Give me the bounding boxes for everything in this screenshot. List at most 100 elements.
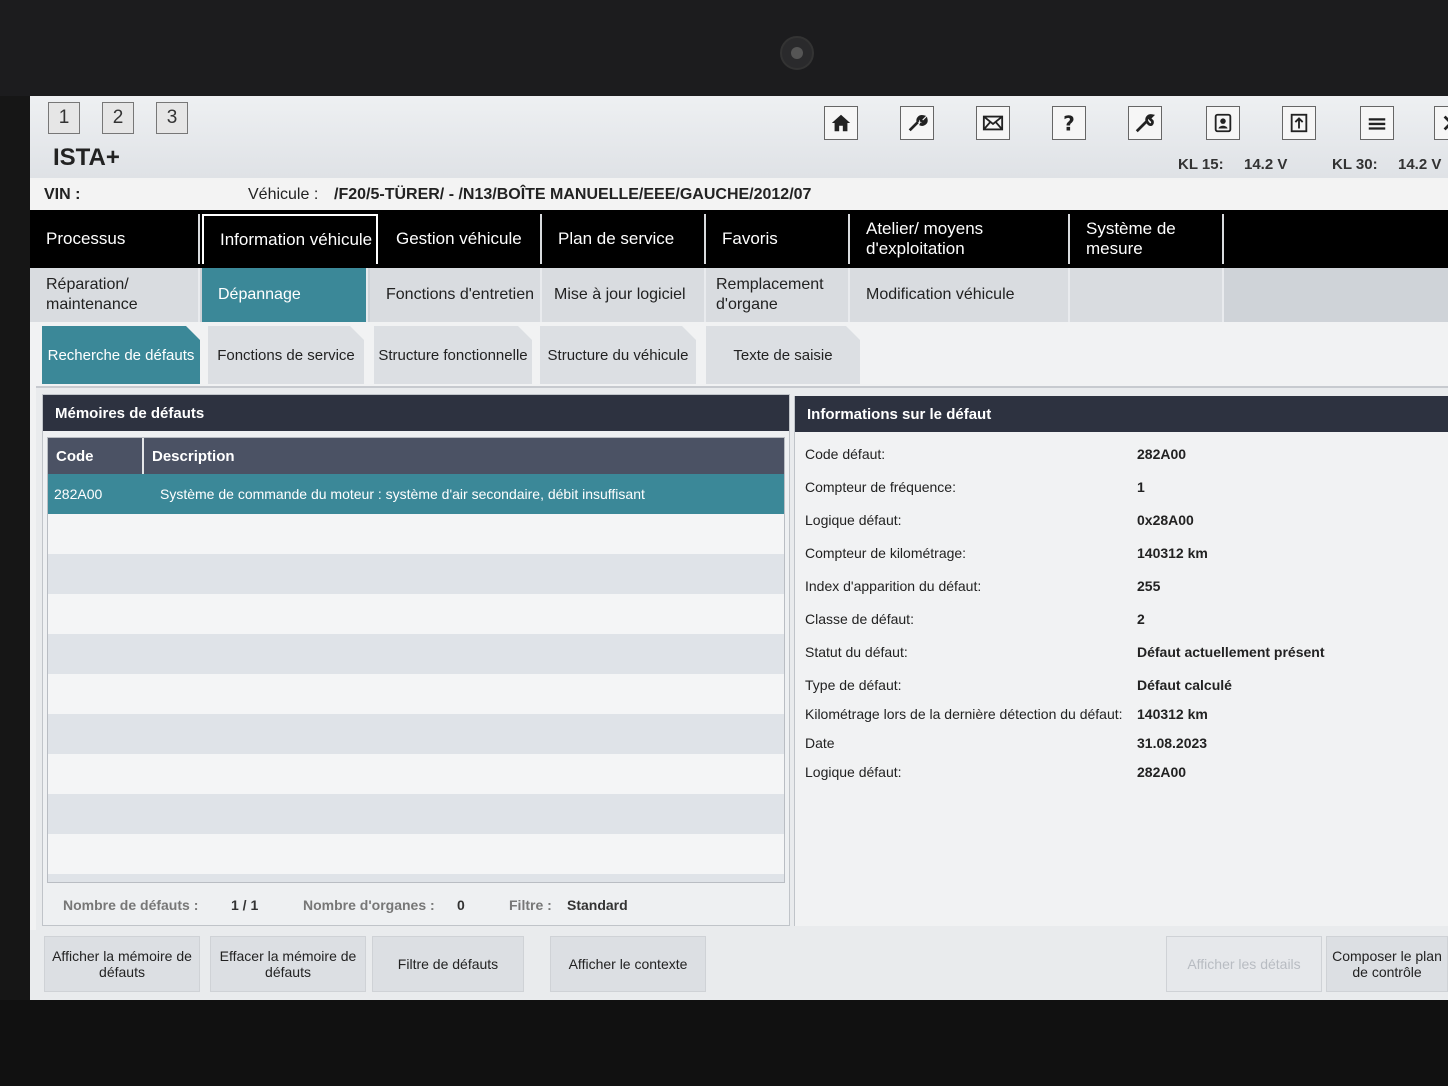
table-row-empty <box>48 634 784 674</box>
info-label: Compteur de fréquence: <box>805 479 956 495</box>
vehicle-label: Véhicule : <box>248 186 319 203</box>
column-description[interactable]: Description <box>152 448 235 465</box>
webcam <box>780 36 814 70</box>
tab-structure-fonctionnelle[interactable]: Structure fonctionnelle <box>374 326 532 384</box>
app-title: ISTA+ <box>53 144 120 171</box>
help-icon[interactable]: ? <box>1052 106 1086 140</box>
filter-value: Standard <box>567 897 628 913</box>
window-tab-3[interactable]: 3 <box>156 102 188 134</box>
kl30-label: KL 30: <box>1332 156 1378 173</box>
subnav-remplacement-organe[interactable]: Remplacement d'organe <box>706 268 850 322</box>
nav-gestion-vehicule[interactable]: Gestion véhicule <box>380 214 542 264</box>
nav-favoris[interactable]: Favoris <box>706 214 850 264</box>
filter-label: Filtre : <box>509 897 552 913</box>
table-row-empty <box>48 834 784 874</box>
info-value: Défaut calculé <box>1137 677 1232 693</box>
compose-plan-button[interactable]: Composer le plan de contrôle <box>1326 936 1448 992</box>
sub-navigation: Réparation/ maintenance Dépannage Foncti… <box>30 268 1448 322</box>
fault-info-title: Informations sur le défaut <box>795 396 1448 432</box>
subnav-mise-a-jour[interactable]: Mise à jour logiciel <box>542 268 706 322</box>
kl15-value: 14.2 V <box>1244 156 1288 173</box>
main-navigation: Processus Information véhicule Gestion v… <box>30 210 1448 268</box>
fault-count-value: 1 / 1 <box>231 897 259 913</box>
screen-bezel-bottom <box>0 1000 1448 1086</box>
fault-memory-title: Mémoires de défauts <box>43 395 789 431</box>
table-row-empty <box>48 674 784 714</box>
kl15-label: KL 15: <box>1178 156 1224 173</box>
table-row-empty <box>48 594 784 634</box>
menu-icon[interactable] <box>1360 106 1394 140</box>
fault-memory-panel: Mémoires de défauts Code Description 282… <box>42 394 790 926</box>
info-value: 282A00 <box>1137 446 1187 462</box>
info-value: 140312 km <box>1137 545 1208 561</box>
table-row-empty <box>48 754 784 794</box>
table-row-empty <box>48 554 784 594</box>
screen-bezel <box>0 0 1448 96</box>
window-tab-1[interactable]: 1 <box>48 102 80 134</box>
vehicle-bar: VIN : Véhicule : /F20/5-TÜRER/ - /N13/BO… <box>30 178 1448 210</box>
show-details-button[interactable]: Afficher les détails <box>1166 936 1322 992</box>
nav-plan-de-service[interactable]: Plan de service <box>542 214 706 264</box>
subnav-depannage[interactable]: Dépannage <box>202 268 368 322</box>
fault-table-header: Code Description <box>48 438 784 474</box>
subnav-modification-vehicule[interactable]: Modification véhicule <box>850 268 1070 322</box>
tab-structure-du-vehicule[interactable]: Structure du véhicule <box>540 326 696 384</box>
tab-texte-de-saisie[interactable]: Texte de saisie <box>706 326 860 384</box>
kl30-value: 14.2 V <box>1398 156 1442 173</box>
fault-description: Système de commande du moteur : système … <box>160 486 645 502</box>
table-row-empty <box>48 714 784 754</box>
svg-text:?: ? <box>1063 112 1075 134</box>
info-value: 282A00 <box>1137 764 1187 780</box>
info-label: Logique défaut: <box>805 512 902 528</box>
user-card-icon[interactable] <box>1206 106 1240 140</box>
nav-processus[interactable]: Processus <box>30 214 200 264</box>
top-toolbar: 1 2 3 ISTA+ ? KL 15: 14.2 V KL 30: 14.2 … <box>30 96 1448 178</box>
info-label: Statut du défaut: <box>805 644 908 660</box>
column-separator <box>142 438 144 474</box>
subnav-empty <box>1070 268 1224 322</box>
table-row[interactable]: 282A00 Système de commande du moteur : s… <box>48 474 784 514</box>
window-tab-2[interactable]: 2 <box>102 102 134 134</box>
vin-label: VIN : <box>44 186 81 203</box>
clear-fault-memory-button[interactable]: Effacer la mémoire de défauts <box>210 936 366 992</box>
subnav-fonctions-entretien[interactable]: Fonctions d'entretien <box>370 268 542 322</box>
fault-count-label: Nombre de défauts : <box>63 897 199 913</box>
home-icon[interactable] <box>824 106 858 140</box>
show-fault-memory-button[interactable]: Afficher la mémoire de défauts <box>44 936 200 992</box>
subnav-reparation[interactable]: Réparation/ maintenance <box>30 268 200 322</box>
organ-count-label: Nombre d'organes : <box>303 897 435 913</box>
table-row-empty <box>48 794 784 834</box>
info-label: Type de défaut: <box>805 677 902 693</box>
fault-filter-button[interactable]: Filtre de défauts <box>372 936 524 992</box>
fault-status-bar: Nombre de défauts : 1 / 1 Nombre d'organ… <box>43 887 789 923</box>
content-area: Mémoires de défauts Code Description 282… <box>36 386 1448 932</box>
wrench-icon[interactable] <box>900 106 934 140</box>
nav-atelier[interactable]: Atelier/ moyens d'exploitation <box>850 214 1070 264</box>
info-value: 1 <box>1137 479 1145 495</box>
fault-code: 282A00 <box>54 486 103 502</box>
info-value: 255 <box>1137 578 1161 594</box>
show-context-button[interactable]: Afficher le contexte <box>550 936 706 992</box>
mail-icon[interactable] <box>976 106 1010 140</box>
info-value: Défaut actuellement présent <box>1137 644 1325 660</box>
info-label: Compteur de kilométrage: <box>805 545 967 561</box>
tab-recherche-de-defauts[interactable]: Recherche de défauts <box>42 326 200 384</box>
info-label: Kilométrage lors de la dernière détectio… <box>805 706 1123 722</box>
close-icon[interactable] <box>1434 106 1448 140</box>
info-value: 31.08.2023 <box>1137 735 1208 751</box>
organ-count-value: 0 <box>457 897 465 913</box>
info-value: 2 <box>1137 611 1145 627</box>
tab-fonctions-de-service[interactable]: Fonctions de service <box>208 326 364 384</box>
function-tabs: Recherche de défauts Fonctions de servic… <box>30 322 1448 386</box>
transfer-icon[interactable] <box>1282 106 1316 140</box>
nav-information-vehicule[interactable]: Information véhicule <box>202 214 378 264</box>
vehicle-value: /F20/5-TÜRER/ - /N13/BOÎTE MANUELLE/EEE/… <box>334 186 812 203</box>
info-label: Index d'apparition du défaut: <box>805 578 982 594</box>
column-code[interactable]: Code <box>56 448 94 465</box>
tools-icon[interactable] <box>1128 106 1162 140</box>
info-label: Code défaut: <box>805 446 886 462</box>
info-label: Classe de défaut: <box>805 611 914 627</box>
info-value: 0x28A00 <box>1137 512 1194 528</box>
action-buttons: Afficher la mémoire de défauts Effacer l… <box>30 930 1448 1000</box>
nav-systeme-de-mesure[interactable]: Système de mesure <box>1070 214 1224 264</box>
